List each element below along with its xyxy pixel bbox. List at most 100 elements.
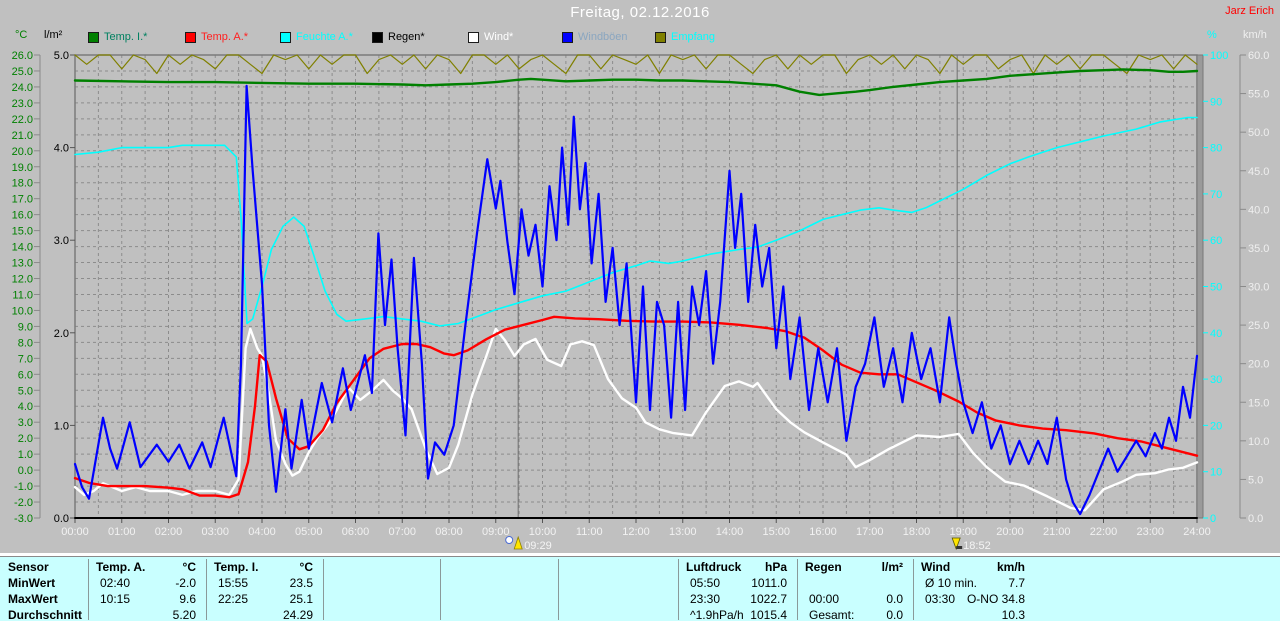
temp-tick-label: 6.0 <box>18 369 33 381</box>
temp-tick-label: 15.0 <box>12 226 33 238</box>
temp-tick-label: 19.0 <box>12 162 33 174</box>
table-column-divider <box>88 559 89 620</box>
time-tick-label: 06:00 <box>342 526 370 538</box>
legend-swatch-icon <box>468 32 479 43</box>
legend-item-wind-: Wind* <box>468 31 513 43</box>
time-tick-label: 23:00 <box>1136 526 1164 538</box>
table-row-label: Sensor <box>8 560 49 575</box>
temp-tick-label: -1.0 <box>14 481 33 493</box>
humidity-tick-label: 20 <box>1210 420 1222 432</box>
humidity-tick-label: 30 <box>1210 374 1222 386</box>
table-value-number: 0.0 <box>805 592 903 607</box>
table-row-label: MaxWert <box>8 592 58 607</box>
temp-tick-label: 18.0 <box>12 178 33 190</box>
legend-label: Feuchte A.* <box>296 31 353 43</box>
temp-tick-label: 9.0 <box>18 321 33 333</box>
humidity-tick-label: 90 <box>1210 96 1222 108</box>
time-tick-label: 22:00 <box>1090 526 1118 538</box>
legend-swatch-icon <box>372 32 383 43</box>
legend-item-regen-: Regen* <box>372 31 425 43</box>
time-tick-label: 00:00 <box>61 526 89 538</box>
temp-tick-label: -3.0 <box>14 513 33 525</box>
legend-swatch-icon <box>655 32 666 43</box>
windspeed-tick-label: 25.0 <box>1248 320 1269 332</box>
legend-swatch-icon <box>185 32 196 43</box>
humidity-tick-label: 70 <box>1210 189 1222 201</box>
windspeed-tick-label: 5.0 <box>1248 474 1263 486</box>
table-value-number: 1022.7 <box>686 592 787 607</box>
temp-tick-label: 14.0 <box>12 242 33 254</box>
time-tick-label: 12:00 <box>622 526 650 538</box>
sunrise-marker-icon: 09:29 <box>506 537 552 553</box>
time-tick-label: 16:00 <box>809 526 837 538</box>
temp-tick-label: 20.0 <box>12 146 33 158</box>
table-column-divider <box>678 559 679 620</box>
windspeed-tick-label: 40.0 <box>1248 204 1269 216</box>
table-column-divider <box>206 559 207 620</box>
humidity-tick-label: 10 <box>1210 467 1222 479</box>
time-tick-label: 24:00 <box>1183 526 1211 538</box>
temp-tick-label: 2.0 <box>18 433 33 445</box>
time-tick-label: 07:00 <box>388 526 416 538</box>
windspeed-tick-label: 60.0 <box>1248 50 1269 62</box>
temp-tick-label: 16.0 <box>12 210 33 222</box>
table-column-unit: °C <box>214 560 313 575</box>
legend-swatch-icon <box>280 32 291 43</box>
legend-item-feuchte-a-: Feuchte A.* <box>280 31 353 43</box>
legend-item-empfang: Empfang <box>655 31 715 43</box>
bottom-strip <box>0 621 1280 625</box>
time-tick-label: 18:00 <box>903 526 931 538</box>
windspeed-tick-label: 10.0 <box>1248 436 1269 448</box>
rain-tick-label: 3.0 <box>54 235 69 247</box>
temp-tick-label: 23.0 <box>12 98 33 110</box>
time-tick-label: 13:00 <box>669 526 697 538</box>
table-column-unit: °C <box>96 560 196 575</box>
temp-tick-label: 21.0 <box>12 130 33 142</box>
plot-right-bar <box>1197 55 1203 518</box>
rain-tick-label: 4.0 <box>54 143 69 155</box>
legend-label: Wind* <box>484 31 513 43</box>
legend-item-temp-a-: Temp. A.* <box>185 31 248 43</box>
time-tick-label: 04:00 <box>248 526 276 538</box>
time-tick-label: 05:00 <box>295 526 323 538</box>
windspeed-tick-label: 45.0 <box>1248 166 1269 178</box>
temp-tick-label: 24.0 <box>12 82 33 94</box>
humidity-tick-label: 0 <box>1210 513 1216 525</box>
time-tick-label: 09:00 <box>482 526 510 538</box>
time-tick-label: 11:00 <box>576 526 603 538</box>
table-column-divider <box>323 559 324 620</box>
temp-tick-label: 8.0 <box>18 337 33 349</box>
table-column-divider <box>440 559 441 620</box>
temp-tick-label: 25.0 <box>12 66 33 78</box>
time-tick-label: 20:00 <box>996 526 1024 538</box>
time-tick-label: 17:00 <box>856 526 884 538</box>
table-value-number: -2.0 <box>96 576 196 591</box>
legend-label: Temp. A.* <box>201 31 248 43</box>
legend-swatch-icon <box>562 32 573 43</box>
stats-table: SensorMinWertMaxWertDurchschnittTemp. A.… <box>0 556 1280 622</box>
humidity-tick-label: 100 <box>1210 50 1228 62</box>
legend-item-temp-i-: Temp. I.* <box>88 31 147 43</box>
temp-tick-label: 7.0 <box>18 353 33 365</box>
table-value-number: 25.1 <box>214 592 313 607</box>
marker-time-label: 18:52 <box>963 540 991 552</box>
legend-label: Empfang <box>671 31 715 43</box>
temp-tick-label: -2.0 <box>14 497 33 509</box>
windspeed-tick-label: 0.0 <box>1248 513 1263 525</box>
rain-tick-label: 1.0 <box>54 420 69 432</box>
temp-tick-label: 4.0 <box>18 401 33 413</box>
temp-tick-label: 12.0 <box>12 274 33 286</box>
temp-tick-label: 17.0 <box>12 194 33 206</box>
humidity-tick-label: 40 <box>1210 328 1222 340</box>
legend-label: Temp. I.* <box>104 31 147 43</box>
temp-tick-label: 5.0 <box>18 385 33 397</box>
time-tick-label: 10:00 <box>529 526 557 538</box>
weather-chart: 26.025.024.023.022.021.020.019.018.017.0… <box>0 0 1280 556</box>
temp-tick-label: 3.0 <box>18 417 33 429</box>
time-tick-label: 19:00 <box>949 526 977 538</box>
weather-app-window: Freitag, 02.12.2016 Jarz Erich °C l/m² %… <box>0 0 1280 625</box>
rain-tick-label: 2.0 <box>54 328 69 340</box>
temp-tick-label: 10.0 <box>12 305 33 317</box>
humidity-tick-label: 80 <box>1210 143 1222 155</box>
windspeed-tick-label: 50.0 <box>1248 127 1269 139</box>
